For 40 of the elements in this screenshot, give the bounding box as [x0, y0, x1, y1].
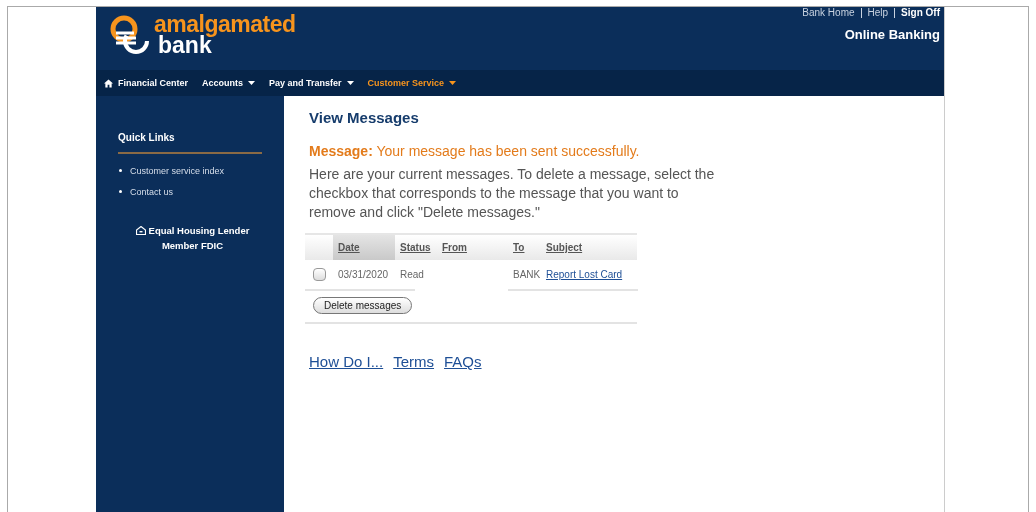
lender-text: Member FDIC: [161, 240, 224, 251]
page-title: View Messages: [309, 109, 420, 126]
header-link[interactable]: Sign Off: [901, 7, 940, 18]
logo-wordmark: amalgamated: [154, 14, 296, 35]
nav-item[interactable]: Accounts: [202, 78, 256, 88]
sidebar-link[interactable]: Customer service index: [130, 165, 225, 176]
home-icon: [104, 78, 113, 88]
header-link[interactable]: Bank Home: [802, 7, 855, 18]
instructions-text: Here are your current messages. To delete a message, select the checkbox that corresponds to the message that you want to remove and click "Delete messages.": [309, 165, 716, 222]
caret-icon: [449, 81, 457, 85]
column-header[interactable]: Status: [395, 235, 437, 260]
subject-link[interactable]: Report Lost Card: [546, 269, 623, 280]
table-cell-text: Read: [399, 269, 425, 280]
table-cell-text: BANK: [512, 269, 541, 280]
lender-text: Equal Housing Lender: [148, 225, 250, 236]
logo-icon: [108, 13, 152, 57]
header-link[interactable]: Help: [867, 7, 889, 18]
caret-icon: [248, 81, 256, 85]
header-title: Online Banking: [844, 27, 940, 42]
delete-button[interactable]: Delete messages: [313, 297, 413, 314]
nav-item[interactable]: Financial Center: [104, 78, 189, 88]
house-icon: [135, 226, 146, 235]
sidebar-heading: Quick Links: [118, 132, 262, 154]
bullet-icon: [119, 169, 122, 172]
nav-item[interactable]: Pay and Transfer: [269, 78, 354, 88]
bullet-icon: [119, 190, 122, 193]
footer-link[interactable]: How Do I...: [309, 353, 384, 370]
status-message: Message: Your message has been sent successfully.: [309, 143, 641, 159]
nav-item[interactable]: Customer Service: [367, 78, 457, 88]
logo-wordmark: bank: [158, 35, 212, 56]
caret-icon: [346, 81, 354, 85]
column-header[interactable]: Subject: [541, 235, 637, 260]
footer-link[interactable]: FAQs: [444, 353, 482, 370]
column-header[interactable]: To: [508, 235, 541, 260]
footer-link[interactable]: Terms: [393, 353, 435, 370]
column-header[interactable]: Date: [333, 235, 395, 260]
row-checkbox[interactable]: [313, 268, 326, 281]
column-header[interactable]: From: [437, 235, 508, 260]
table-cell-text: 03/31/2020: [337, 269, 390, 280]
sidebar-link[interactable]: Contact us: [130, 186, 174, 197]
